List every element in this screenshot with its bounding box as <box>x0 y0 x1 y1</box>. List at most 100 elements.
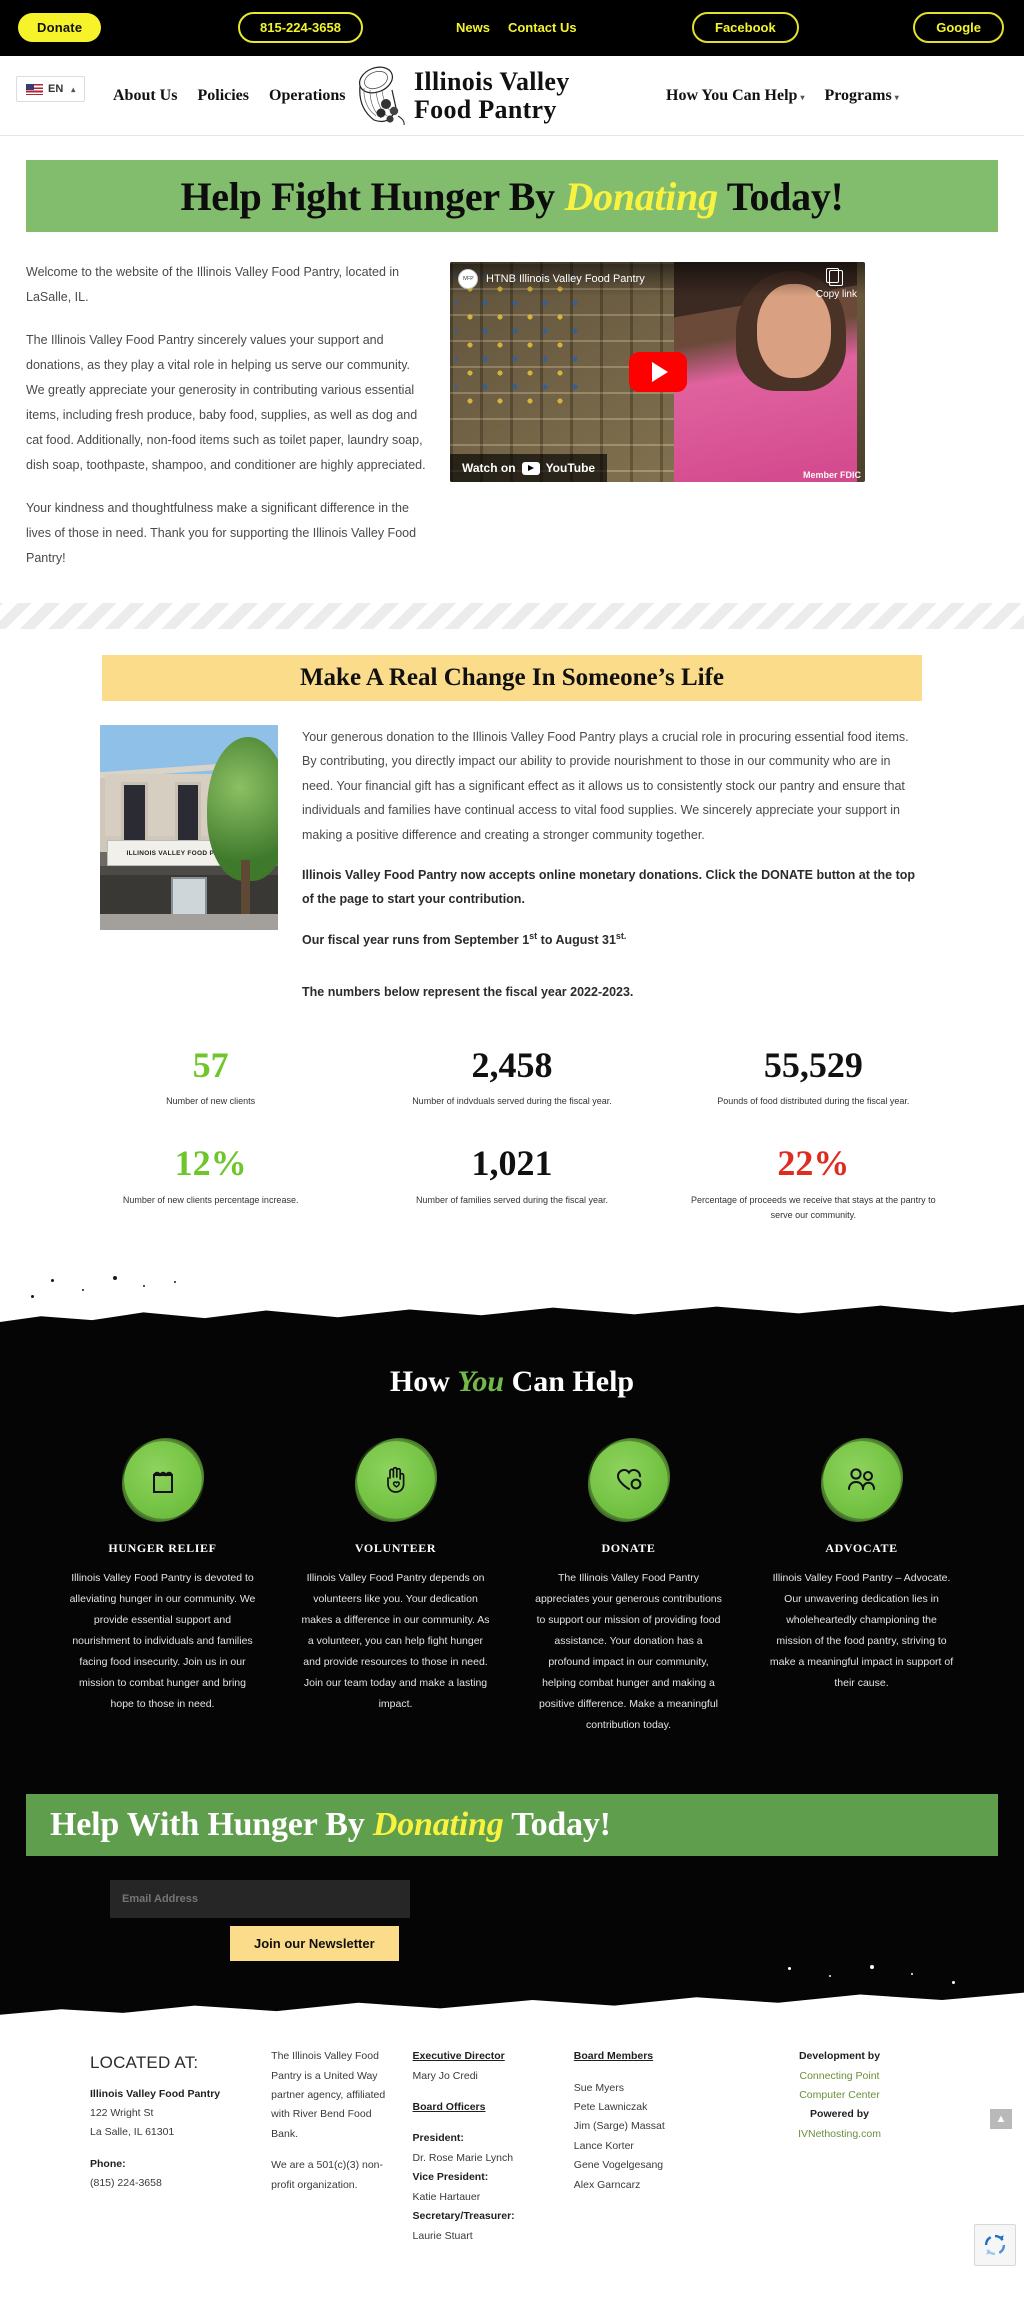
vice-president-name: Katie Hartauer <box>412 2190 481 2203</box>
watch-on-youtube-button[interactable]: Watch on YouTube <box>450 454 608 482</box>
video-title[interactable]: HTNB Illinois Valley Food Pantry <box>486 273 645 285</box>
footer-nonprofit-text: We are a 501(c)(3) non-profit organizati… <box>271 2159 384 2191</box>
tree-foliage <box>206 737 278 881</box>
newsletter-section: Join our Newsletter <box>0 1856 1024 1962</box>
board-member-name: Pete Lawniczak <box>573 2101 648 2114</box>
recaptcha-badge[interactable] <box>974 2224 1016 2266</box>
board-member-name: Sue Myers <box>573 2081 624 2094</box>
play-button-icon[interactable] <box>628 352 687 392</box>
stat-card: 2,458 Number of indvduals served during … <box>361 1037 662 1118</box>
language-selector[interactable]: EN ▴ <box>16 76 86 102</box>
help-heading-accent: You <box>457 1365 505 1399</box>
board-officers-heading: Board Officers <box>412 2101 486 2114</box>
copy-link-button[interactable]: Copy link <box>815 268 857 300</box>
sidewalk <box>100 913 278 930</box>
footer-columns: LOCATED AT: Illinois Valley Food Pantry … <box>0 2047 1024 2246</box>
chevron-up-icon: ▴ <box>71 84 76 94</box>
footer-board-members-column: Board Members Sue Myers Pete Lawniczak J… <box>574 2047 723 2246</box>
fiscal-sup-1: st <box>529 930 538 941</box>
fdic-badge: Member FDIC <box>802 470 861 480</box>
youtube-video-embed[interactable]: IVFP HTNB Illinois Valley Food Pantry Co… <box>450 262 865 482</box>
phone-button[interactable]: 815-224-3658 <box>238 12 363 43</box>
stat-caption: Number of indvduals served during the fi… <box>412 1095 612 1106</box>
change-heading: Make A Real Change In Someone’s Life <box>299 664 725 691</box>
secretary-treasurer-name: Laurie Stuart <box>412 2229 473 2242</box>
card-icon-blob <box>822 1441 901 1520</box>
stat-card: 22% Percentage of proceeds we receive th… <box>663 1135 964 1231</box>
nav-item-about-us[interactable]: About Us <box>113 87 177 105</box>
footer-credits-column: Development by Connecting Point Computer… <box>745 2047 934 2246</box>
help-card-hunger-relief: HUNGER RELIEF Illinois Valley Food Pantr… <box>50 1441 275 1736</box>
helping-hand-icon <box>386 1467 404 1494</box>
watch-on-label: Watch on <box>462 461 516 475</box>
powered-by-label: Powered by <box>810 2108 869 2121</box>
statistics-section: 57 Number of new clients 2,458 Number of… <box>0 1021 1024 1272</box>
change-text: Your generous donation to the Illinois V… <box>302 725 924 1021</box>
board-member-name: Gene Vogelgesang <box>573 2159 664 2172</box>
facebook-button[interactable]: Facebook <box>692 12 799 43</box>
ink-splash <box>0 1992 1024 2022</box>
stat-value: 55,529 <box>763 1044 863 1085</box>
intro-section: Welcome to the website of the Illinois V… <box>0 232 1024 589</box>
google-button[interactable]: Google <box>913 12 1004 43</box>
developer-name-line-1[interactable]: Connecting Point <box>745 2067 934 2086</box>
help-card-advocate: ADVOCATE Illinois Valley Food Pantry – A… <box>749 1441 974 1736</box>
news-link[interactable]: News <box>456 20 490 35</box>
card-text: Illinois Valley Food Pantry is devoted t… <box>69 1572 256 1711</box>
stat-value: 1,021 <box>471 1143 553 1184</box>
hero-banner: Help Fight Hunger By Donating Today! <box>26 160 998 232</box>
stat-caption: Number of families served during the fis… <box>415 1194 609 1205</box>
donate-button[interactable]: Donate <box>18 13 102 42</box>
hosting-provider-link[interactable]: IVNethosting.com <box>745 2125 934 2144</box>
hero-accent-word: Donating <box>564 173 719 219</box>
change-paragraph-1: Your generous donation to the Illinois V… <box>302 730 909 842</box>
topbar-links: News Contact Us <box>456 20 577 35</box>
board-member-name: Jim (Sarge) Massat <box>573 2120 665 2133</box>
footer-phone[interactable]: (815) 224-3658 <box>90 2174 249 2193</box>
stat-card: 57 Number of new clients <box>60 1037 361 1118</box>
change-section-banner: Make A Real Change In Someone’s Life <box>102 655 922 701</box>
join-newsletter-button[interactable]: Join our Newsletter <box>230 1926 399 1962</box>
developer-name-line-2[interactable]: Computer Center <box>745 2086 934 2105</box>
footer-city: La Salle, IL 61301 <box>90 2126 175 2139</box>
help-card-volunteer: VOLUNTEER Illinois Valley Food Pantry de… <box>283 1441 508 1736</box>
brush-divider-bottom <box>0 1961 1024 2022</box>
copy-icon <box>826 268 844 286</box>
scroll-to-top-button[interactable]: ▲ <box>990 2109 1012 2130</box>
executive-director-heading: Executive Director <box>412 2050 505 2063</box>
footer-org-name: Illinois Valley Food Pantry <box>90 2087 221 2100</box>
ink-splash <box>0 1304 1024 1342</box>
contact-us-link[interactable]: Contact Us <box>508 20 577 35</box>
building-entrance-door <box>171 876 207 916</box>
nav-item-operations[interactable]: Operations <box>269 87 345 105</box>
fiscal-note: The numbers below represent the fiscal y… <box>302 985 634 1000</box>
tree-trunk <box>240 860 250 918</box>
logo-line-1: Illinois Valley <box>414 67 570 97</box>
secretary-treasurer-label: Secretary/Treasurer: <box>412 2210 515 2223</box>
change-paragraph-2: Illinois Valley Food Pantry now accepts … <box>302 867 916 907</box>
card-icon-blob <box>356 1441 435 1520</box>
stat-caption: Number of new clients <box>166 1095 256 1106</box>
footer-location-column: LOCATED AT: Illinois Valley Food Pantry … <box>90 2047 249 2246</box>
card-title: VOLUNTEER <box>354 1541 437 1556</box>
nav-item-policies[interactable]: Policies <box>197 87 249 105</box>
email-input[interactable] <box>110 1880 410 1919</box>
youtube-icon <box>521 461 540 475</box>
donate-banner-section: Help With Hunger By Donating Today! <box>0 1766 1024 1857</box>
fiscal-sup-2: st. <box>615 930 627 941</box>
footer-affiliation-text: The Illinois Valley Food Pantry is a Uni… <box>271 2050 386 2140</box>
site-logo[interactable]: Illinois Valley Food Pantry <box>348 64 570 128</box>
card-icon-blob <box>589 1441 668 1520</box>
located-at-heading: LOCATED AT: <box>90 2053 199 2073</box>
copy-link-label: Copy link <box>815 289 857 300</box>
nav-item-how-you-can-help[interactable]: How You Can Help ▾ <box>666 87 804 105</box>
stat-caption: Number of new clients percentage increas… <box>122 1194 299 1205</box>
nav-item-programs[interactable]: Programs ▾ <box>824 87 898 105</box>
main-navigation: EN ▴ About Us Policies Operations Illino… <box>0 56 1024 136</box>
chevron-down-icon: ▾ <box>800 93 805 102</box>
site-footer: LOCATED AT: Illinois Valley Food Pantry … <box>0 2021 1024 2270</box>
stat-value: 12% <box>174 1143 247 1184</box>
help-heading: How You Can Help <box>389 1365 635 1399</box>
board-member-name: Lance Korter <box>573 2139 634 2152</box>
card-title: DONATE <box>601 1541 656 1556</box>
